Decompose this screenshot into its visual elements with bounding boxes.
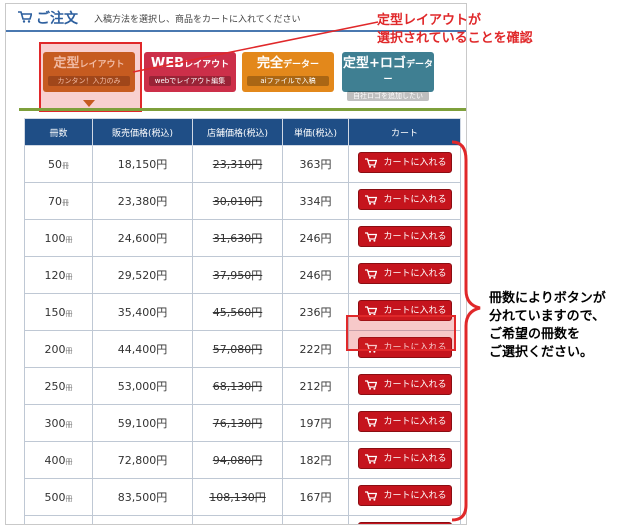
callout-confirm-selection: 定型レイアウトが 選択されていることを確認 <box>377 12 533 48</box>
callout-text: 分れていますので、 <box>489 309 606 324</box>
callout-text: 選択されていることを確認 <box>377 31 533 46</box>
callout-pointer-line <box>132 21 379 73</box>
annotation-overlay <box>132 21 481 522</box>
callout-text: ご希望の冊数を <box>489 327 581 342</box>
callout-choose-quantity: 冊数によりボタンが 分れていますので、 ご希望の冊数を ご選択ください。 <box>489 290 606 362</box>
callout-text: 定型レイアウトが <box>377 13 482 28</box>
callout-brace <box>451 140 481 522</box>
callout-text: 冊数によりボタンが <box>489 291 606 306</box>
callout-text: ご選択ください。 <box>489 345 594 360</box>
